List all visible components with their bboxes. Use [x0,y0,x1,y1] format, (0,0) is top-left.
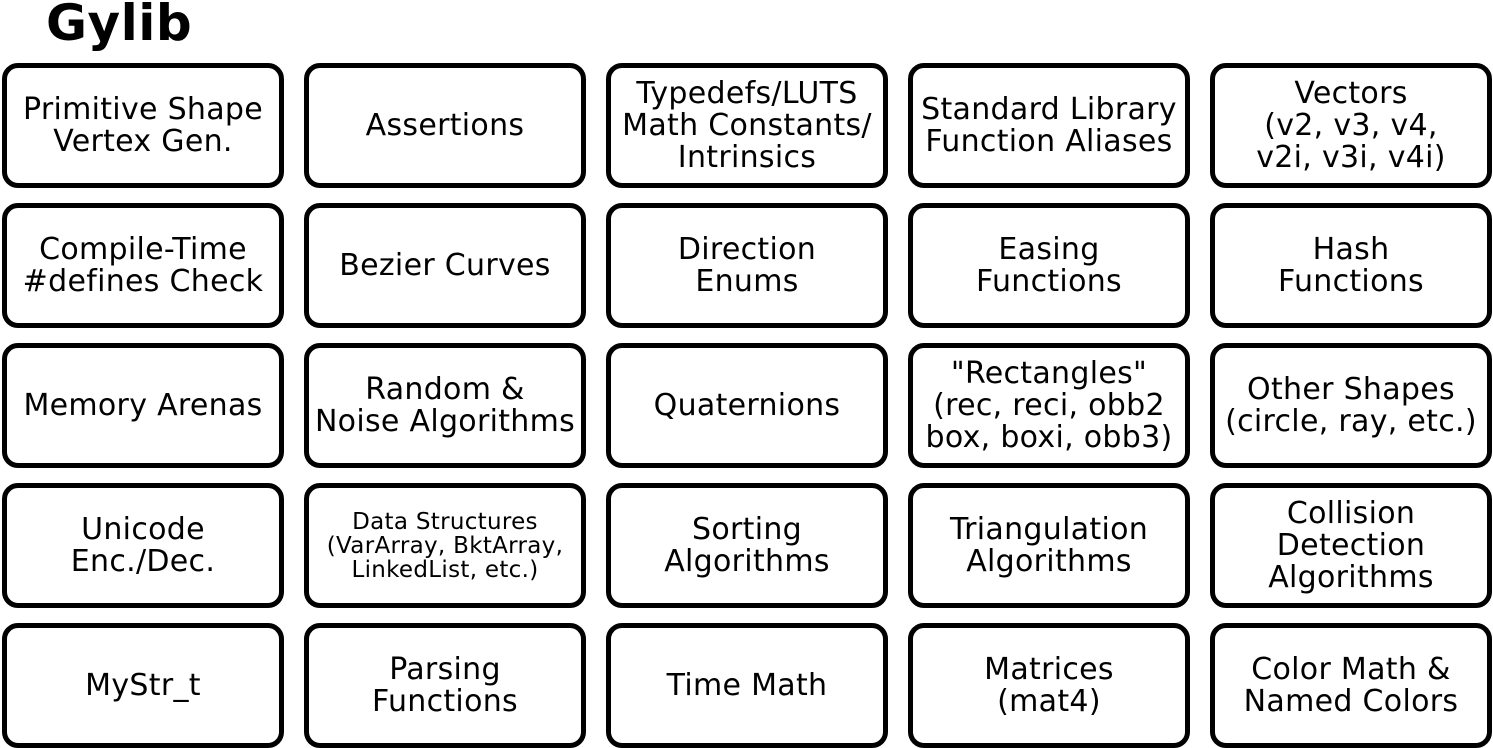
module-box: Easing Functions [908,203,1190,328]
module-box: "Rectangles" (rec, reci, obb2 box, boxi,… [908,343,1190,468]
module-label: Data Structures (VarArray, BktArray, Lin… [326,508,564,583]
module-box: Data Structures (VarArray, BktArray, Lin… [304,483,586,608]
module-box: Primitive Shape Vertex Gen. [2,63,284,188]
module-label: Hash Functions [1278,231,1424,299]
diagram-title: Gylib [46,0,193,52]
module-box: Triangulation Algorithms [908,483,1190,608]
module-box: Time Math [606,623,888,748]
module-label: MyStr_t [85,667,201,703]
module-box: Matrices (mat4) [908,623,1190,748]
module-box: Other Shapes (circle, ray, etc.) [1210,343,1492,468]
module-box: Vectors (v2, v3, v4, v2i, v3i, v4i) [1210,63,1492,188]
module-label: Typedefs/LUTS Math Constants/ Intrinsics [622,75,872,175]
module-box: Compile-Time #defines Check [2,203,284,328]
module-box: Random & Noise Algorithms [304,343,586,468]
module-box: Standard Library Function Aliases [908,63,1190,188]
module-label: Vectors (v2, v3, v4, v2i, v3i, v4i) [1256,75,1446,175]
module-label: Standard Library Function Aliases [921,91,1177,159]
module-label: Quaternions [653,387,841,423]
module-label: Assertions [365,107,525,143]
module-label: Random & Noise Algorithms [314,371,576,439]
module-box: Collision Detection Algorithms [1210,483,1492,608]
module-label: "Rectangles" (rec, reci, obb2 box, boxi,… [925,355,1173,455]
module-label: Parsing Functions [372,651,518,719]
module-box: Assertions [304,63,586,188]
module-label: Direction Enums [677,231,817,299]
module-label: Easing Functions [976,231,1122,299]
module-label: Other Shapes (circle, ray, etc.) [1225,371,1477,439]
module-box: Typedefs/LUTS Math Constants/ Intrinsics [606,63,888,188]
module-label: Compile-Time #defines Check [22,231,264,299]
module-label: Time Math [666,667,828,703]
module-label: Memory Arenas [23,387,263,423]
module-label: Color Math & Named Colors [1243,651,1459,719]
module-box: Parsing Functions [304,623,586,748]
module-box: Memory Arenas [2,343,284,468]
module-box: Direction Enums [606,203,888,328]
module-box: Bezier Curves [304,203,586,328]
module-box: Color Math & Named Colors [1210,623,1492,748]
module-box: Quaternions [606,343,888,468]
module-label: Collision Detection Algorithms [1268,495,1434,595]
module-label: Sorting Algorithms [664,511,830,579]
module-label: Bezier Curves [339,247,551,283]
module-box: Hash Functions [1210,203,1492,328]
module-label: Matrices (mat4) [984,651,1114,719]
module-box: Unicode Enc./Dec. [2,483,284,608]
module-box: MyStr_t [2,623,284,748]
module-label: Primitive Shape Vertex Gen. [22,91,264,159]
module-label: Triangulation Algorithms [949,511,1149,579]
module-box: Sorting Algorithms [606,483,888,608]
module-label: Unicode Enc./Dec. [70,511,216,579]
